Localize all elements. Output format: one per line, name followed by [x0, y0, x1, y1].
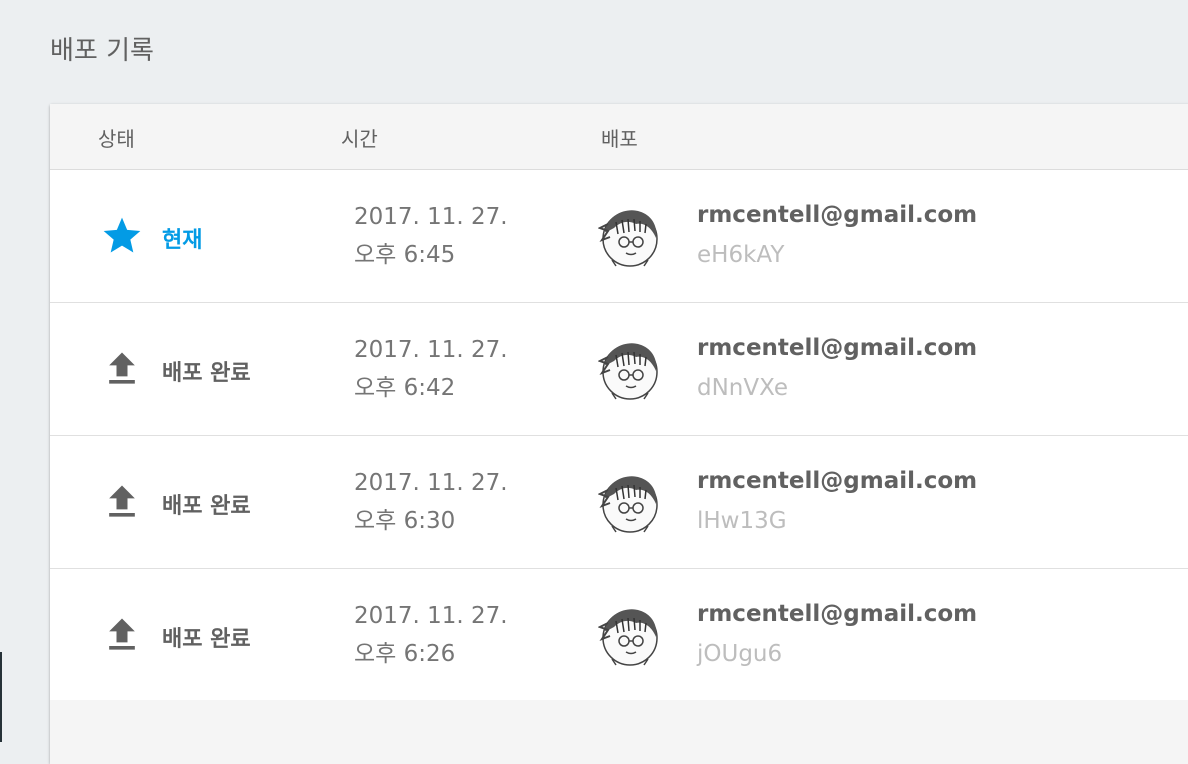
page-title: 배포 기록 [50, 36, 154, 66]
avatar [598, 210, 658, 267]
table-row[interactable]: 현재 2017. 11. 27. 오후 6:45 rmcentell@gmail… [50, 170, 1188, 303]
upload-icon [109, 352, 135, 384]
status-label: 배포 완료 [162, 627, 251, 652]
table-footer [50, 700, 1188, 764]
release-id: lHw13G [697, 508, 787, 534]
deployer-email: rmcentell@gmail.com [697, 202, 978, 228]
deployer-email: rmcentell@gmail.com [697, 335, 978, 361]
deployer-email: rmcentell@gmail.com [697, 468, 978, 494]
deploy-time: 2017. 11. 27. 오후 6:45 [354, 198, 508, 274]
table-row[interactable]: 배포 완료 2017. 11. 27. 오후 6:30 rmcentell@gm… [50, 436, 1188, 569]
deploy-time: 2017. 11. 27. 오후 6:30 [354, 464, 508, 540]
release-id: jOUgu6 [697, 641, 783, 667]
column-header-time: 시간 [341, 127, 378, 151]
avatar [598, 476, 658, 533]
deploy-clock: 오후 6:45 [354, 242, 456, 268]
deploy-time: 2017. 11. 27. 오후 6:26 [354, 597, 508, 673]
status-label: 배포 완료 [162, 494, 251, 519]
deploy-date: 2017. 11. 27. [354, 337, 508, 363]
table-row[interactable]: 배포 완료 2017. 11. 27. 오후 6:26 rmcentell@gm… [50, 569, 1188, 702]
deploy-date: 2017. 11. 27. [354, 470, 508, 496]
status-label: 현재 [162, 228, 203, 253]
release-id: dNnVXe [697, 375, 788, 401]
deploy-clock: 오후 6:42 [354, 375, 456, 401]
deploy-history-table: 상태 시간 배포 현재 2017. 11. 27. 오후 6:45 rmcent… [50, 104, 1188, 764]
upload-icon [109, 618, 135, 650]
deploy-time: 2017. 11. 27. 오후 6:42 [354, 331, 508, 407]
column-header-deploy: 배포 [601, 127, 638, 151]
deploy-date: 2017. 11. 27. [354, 603, 508, 629]
status-label: 배포 완료 [162, 361, 251, 386]
table-row[interactable]: 배포 완료 2017. 11. 27. 오후 6:42 rmcentell@gm… [50, 303, 1188, 436]
window-edge [0, 652, 2, 742]
deploy-date: 2017. 11. 27. [354, 204, 508, 230]
star-icon [103, 217, 141, 253]
avatar [598, 609, 658, 666]
release-id: eH6kAY [697, 242, 785, 268]
upload-icon [109, 485, 135, 517]
deployer-email: rmcentell@gmail.com [697, 601, 978, 627]
deploy-clock: 오후 6:26 [354, 641, 456, 667]
column-header-status: 상태 [98, 127, 135, 151]
avatar [598, 343, 658, 400]
deploy-clock: 오후 6:30 [354, 508, 456, 534]
table-header: 상태 시간 배포 [50, 104, 1188, 170]
